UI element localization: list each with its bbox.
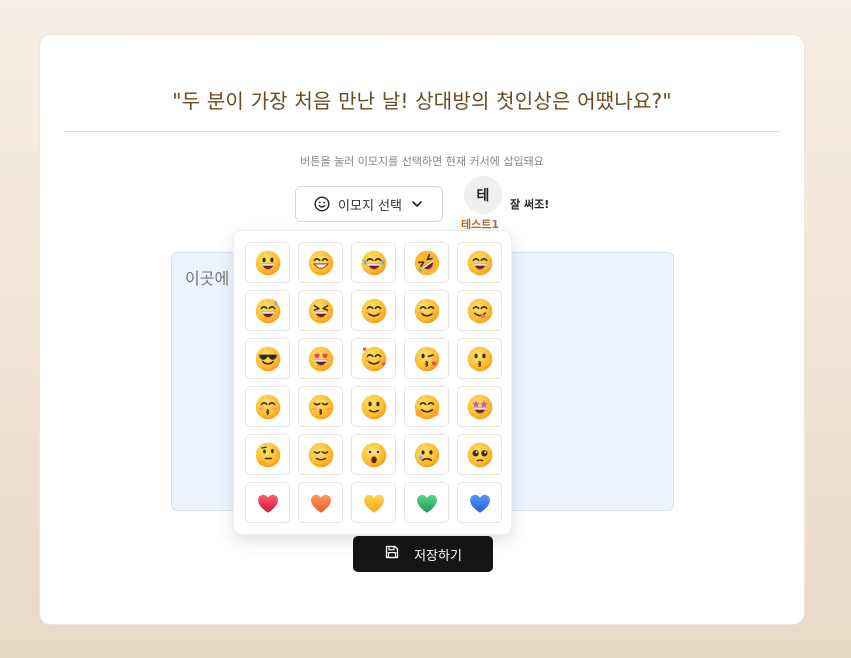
emoji-option-relieved-face[interactable] — [298, 434, 343, 475]
emoji-option-kissing-closed-eyes[interactable] — [298, 386, 343, 427]
emoji-option-rolling-laughing[interactable] — [404, 242, 449, 283]
yellow-heart-icon — [361, 490, 387, 516]
astonished-face-icon — [360, 441, 388, 469]
emoji-picker-popover — [233, 230, 512, 535]
emoji-option-beaming-face[interactable] — [298, 242, 343, 283]
save-button[interactable]: 저장하기 — [353, 536, 493, 572]
smiling-halo-icon — [360, 297, 388, 325]
tears-of-joy-icon — [360, 249, 388, 277]
thinking-face-icon — [254, 441, 282, 469]
grinning-sweat-icon — [254, 297, 282, 325]
beaming-face-icon — [307, 249, 335, 277]
emoji-option-green-heart[interactable] — [404, 482, 449, 523]
avatar: 테 — [464, 176, 502, 214]
emoji-option-yellow-heart[interactable] — [351, 482, 396, 523]
emoji-select-button[interactable]: 이모지 선택 — [295, 186, 443, 222]
save-icon — [384, 544, 400, 564]
blue-heart-icon — [467, 490, 493, 516]
emoji-grid — [245, 242, 502, 523]
question-title: "두 분이 가장 처음 만난 날! 상대방의 첫인상은 어땠나요?" — [172, 89, 672, 113]
emoji-option-grinning-smiling-eyes[interactable] — [457, 242, 502, 283]
crying-face-icon — [413, 441, 441, 469]
sunglasses-face-icon — [254, 345, 282, 373]
emoji-option-astonished-face[interactable] — [351, 434, 396, 475]
emoji-option-squinting-laughing[interactable] — [298, 290, 343, 331]
save-label: 저장하기 — [414, 548, 462, 564]
face-savoring-icon — [466, 297, 494, 325]
emoji-option-face-savoring[interactable] — [457, 290, 502, 331]
divider — [63, 131, 781, 132]
emoji-option-tears-of-joy[interactable] — [351, 242, 396, 283]
emoji-option-slightly-smiling[interactable] — [351, 386, 396, 427]
emoji-option-smiling-halo[interactable] — [351, 290, 396, 331]
emoji-option-grinning-face[interactable] — [245, 242, 290, 283]
grinning-face-icon — [254, 249, 282, 277]
star-struck-icon — [466, 393, 494, 421]
emoji-hint: 버튼을 눌러 이모지를 선택하면 현재 커서에 삽입돼요 — [300, 155, 544, 168]
grinning-smiling-eyes-icon — [466, 249, 494, 277]
hugging-face-icon — [413, 393, 441, 421]
author-status: 잘 써조! — [510, 198, 550, 211]
relieved-face-icon — [307, 441, 335, 469]
kissing-closed-eyes-icon — [307, 393, 335, 421]
smiling-hearts-icon — [360, 345, 388, 373]
orange-heart-icon — [308, 490, 334, 516]
emoji-option-crying-face[interactable] — [404, 434, 449, 475]
author-badge: 테 테스트1 — [461, 176, 503, 232]
kissing-face-icon — [466, 345, 494, 373]
emoji-option-blue-heart[interactable] — [457, 482, 502, 523]
slightly-smiling-icon — [360, 393, 388, 421]
emoji-option-hugging-face[interactable] — [404, 386, 449, 427]
emoji-option-kissing-smiling-eyes[interactable] — [245, 386, 290, 427]
emoji-option-pleading-face[interactable] — [457, 434, 502, 475]
emoji-option-grinning-sweat[interactable] — [245, 290, 290, 331]
smiling-blush-icon — [413, 297, 441, 325]
emoji-option-heart-eyes[interactable] — [298, 338, 343, 379]
pleading-face-icon — [466, 441, 494, 469]
emoji-option-smiling-hearts[interactable] — [351, 338, 396, 379]
emoji-option-star-struck[interactable] — [457, 386, 502, 427]
emoji-option-red-heart[interactable] — [245, 482, 290, 523]
emoji-option-kissing-face[interactable] — [457, 338, 502, 379]
emoji-option-smiling-blush[interactable] — [404, 290, 449, 331]
heart-eyes-icon — [307, 345, 335, 373]
emoji-option-orange-heart[interactable] — [298, 482, 343, 523]
kissing-smiling-eyes-icon — [254, 393, 282, 421]
squinting-laughing-icon — [307, 297, 335, 325]
emoji-option-thinking-face[interactable] — [245, 434, 290, 475]
red-heart-icon — [255, 490, 281, 516]
emoji-option-sunglasses-face[interactable] — [245, 338, 290, 379]
emoji-select-label: 이모지 선택 — [338, 198, 402, 214]
kissing-heart-icon — [413, 345, 441, 373]
emoji-option-kissing-heart[interactable] — [404, 338, 449, 379]
chevron-down-icon — [410, 197, 424, 211]
rolling-laughing-icon — [413, 249, 441, 277]
green-heart-icon — [414, 490, 440, 516]
smile-icon — [314, 196, 330, 212]
